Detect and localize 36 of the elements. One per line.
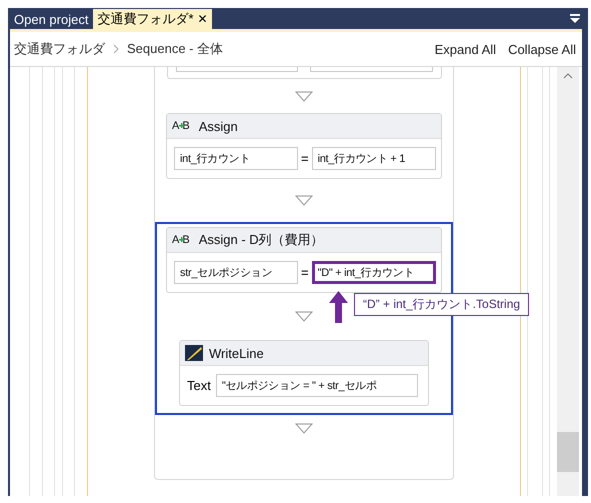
activity-card[interactable] xyxy=(166,67,442,79)
tab[interactable]: Open project xyxy=(10,9,92,29)
expression-field[interactable]: str_セルポジション xyxy=(174,261,298,284)
toolbar-link[interactable]: Collapse All xyxy=(508,42,576,56)
tab-label: Open project xyxy=(14,12,88,26)
breadcrumb-item[interactable]: Sequence - 全体 xyxy=(127,40,224,58)
down-arrow-icon xyxy=(295,311,313,322)
dropdown-icon[interactable] xyxy=(570,13,580,23)
scroll-thumb[interactable] xyxy=(557,432,579,472)
equals-sign: = xyxy=(301,151,309,166)
close-icon[interactable]: ✕ xyxy=(198,12,208,26)
writeline-card[interactable]: WriteLine Text "セルポジション = " + str_セルポ xyxy=(179,340,429,406)
field-label: Text xyxy=(187,378,211,393)
tab-label: 交通費フォルダ* xyxy=(97,10,194,28)
down-arrow-icon xyxy=(295,422,313,434)
toolbar-link[interactable]: Expand All xyxy=(434,42,496,56)
expression-field[interactable]: int_行カウント + 1 xyxy=(312,147,436,170)
assign-card[interactable]: AB Assign int_行カウント = int_行カウント + 1 xyxy=(166,113,442,179)
down-arrow-icon xyxy=(295,90,313,102)
tab[interactable]: 交通費フォルダ* ✕ xyxy=(93,9,212,29)
chevron-icon xyxy=(113,44,119,54)
callout-tooltip: “D” + int_行カウント.ToString xyxy=(354,293,530,316)
breadcrumb-item[interactable]: 交通費フォルダ xyxy=(14,40,105,58)
activity-title: Assign xyxy=(198,118,238,134)
scrollbar[interactable] xyxy=(557,67,579,496)
activity-title: Assign - D列（費用） xyxy=(198,231,324,249)
assign-card[interactable]: AB Assign - D列（費用） str_セルポジション = "D" + int_行カウント xyxy=(166,227,442,293)
equals-sign: = xyxy=(301,265,309,280)
down-arrow-icon xyxy=(295,195,313,206)
expression-field[interactable]: "D" + int_行カウント xyxy=(312,261,436,284)
up-arrow-icon xyxy=(329,291,348,323)
expression-field[interactable]: int_行カウント xyxy=(174,147,298,170)
scroll-up-icon[interactable] xyxy=(563,73,573,79)
expression-field[interactable]: "セルポジション = " + str_セルポ xyxy=(216,374,418,397)
writeline-icon xyxy=(185,345,203,361)
activity-title: WriteLine xyxy=(209,346,264,360)
